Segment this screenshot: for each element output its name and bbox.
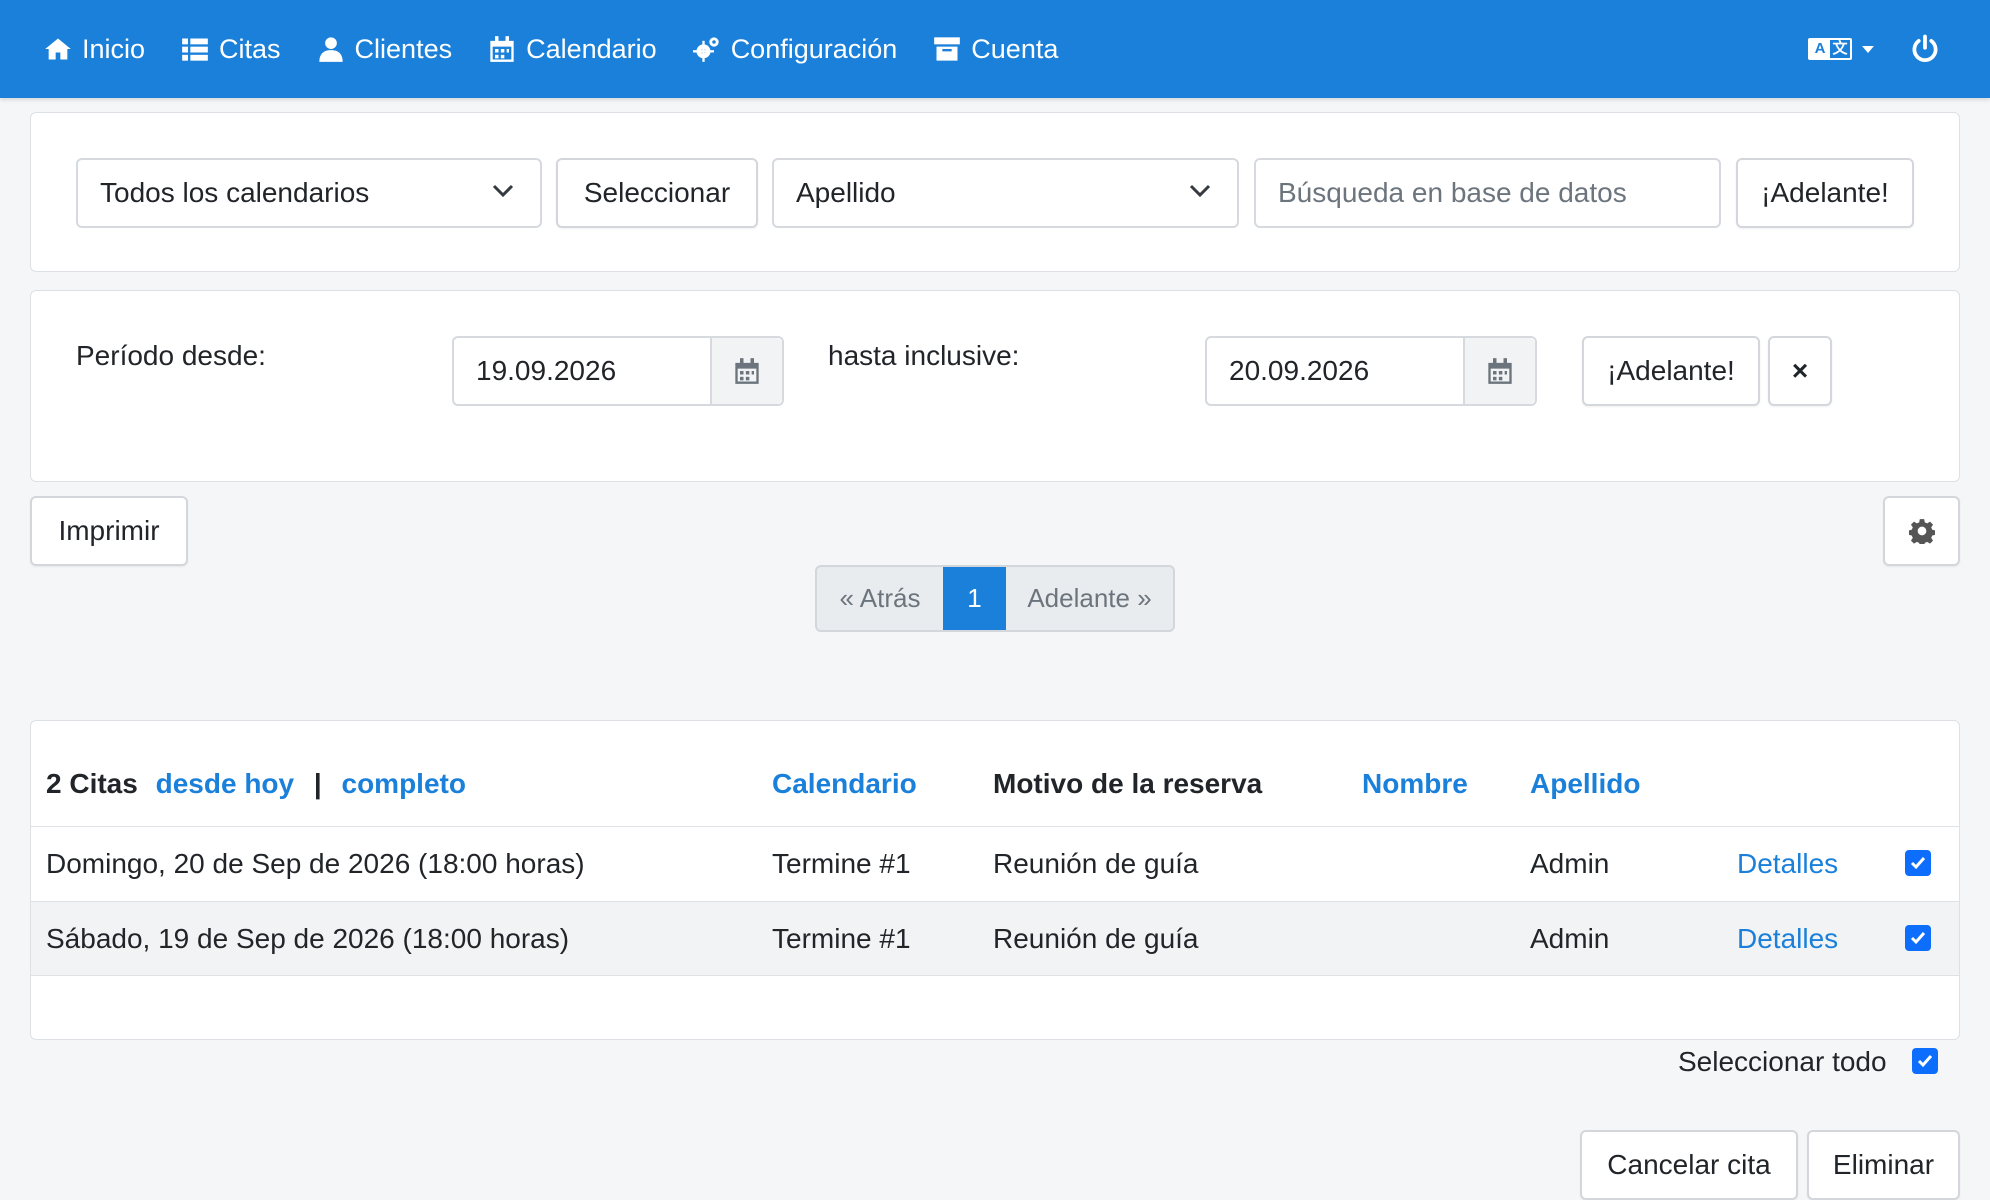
filter-all-link[interactable]: completo [342, 768, 466, 799]
period-to-value: 20.09.2026 [1229, 355, 1370, 386]
top-navbar: Inicio Citas Clientes Calendario Configu… [0, 0, 1990, 98]
user-icon [318, 37, 343, 62]
nav-item-citas[interactable]: Citas [181, 34, 281, 65]
chevron-down-icon [1189, 184, 1211, 198]
cell-date: Sábado, 19 de Sep de 2026 (18:00 horas) [46, 923, 570, 954]
print-button[interactable]: Imprimir [30, 496, 188, 566]
archive-icon [934, 37, 961, 61]
nav-item-label: Inicio [82, 33, 146, 64]
period-clear-button[interactable]: × [1768, 336, 1832, 406]
calendar-icon [1488, 358, 1512, 384]
cell-date: Domingo, 20 de Sep de 2026 (18:00 horas) [46, 848, 585, 879]
details-link[interactable]: Detalles [1737, 923, 1838, 955]
nav-item-clientes[interactable]: Clientes [317, 33, 453, 65]
nav-item-label: Citas [219, 33, 281, 64]
chevron-down-icon [492, 184, 514, 198]
period-from-label: Período desde: [76, 340, 266, 371]
nav-item-configuracion[interactable]: Configuración [692, 33, 898, 65]
cell-last-name: Admin [1530, 923, 1610, 954]
checkmark-icon [1917, 1055, 1933, 1068]
logout-button[interactable] [1910, 34, 1940, 64]
period-from-field[interactable]: 19.09.2026 [452, 336, 784, 406]
search-input[interactable]: Búsqueda en base de datos [1254, 158, 1721, 228]
settings-button[interactable] [1883, 496, 1960, 566]
nav-item-label: Calendario [526, 33, 657, 64]
select-all-checkbox[interactable] [1912, 1048, 1938, 1074]
datepicker-to-button[interactable] [1463, 338, 1535, 404]
nav-item-label: Configuración [730, 33, 898, 64]
table-row: Domingo, 20 de Sep de 2026 (18:00 horas)… [31, 826, 1959, 901]
period-to-label: hasta inclusive: [828, 340, 1020, 371]
period-to-field[interactable]: 20.09.2026 [1205, 336, 1537, 406]
row-checkbox[interactable] [1905, 850, 1931, 876]
gears-icon [692, 37, 719, 62]
nav-item-calendario[interactable]: Calendario [488, 34, 657, 65]
pagination: « Atrás 1 Adelante » [815, 565, 1175, 632]
cell-reason: Reunión de guía [993, 848, 1199, 879]
language-icon: A文 [1808, 38, 1852, 60]
cell-calendar: Termine #1 [772, 923, 911, 954]
cancel-appointment-button[interactable]: Cancelar cita [1580, 1130, 1798, 1200]
calendar-select[interactable]: Todos los calendarios [76, 158, 542, 228]
list-icon [182, 38, 208, 61]
period-go-button[interactable]: ¡Adelante! [1582, 336, 1760, 406]
header-reason: Motivo de la reserva [993, 768, 1263, 799]
calendar-icon [735, 358, 759, 384]
calendar-select-value: Todos los calendarios [100, 177, 370, 208]
search-go-button[interactable]: ¡Adelante! [1736, 158, 1914, 228]
language-dropdown[interactable]: A文 [1808, 38, 1874, 60]
pagination-page-1[interactable]: 1 [943, 567, 1006, 630]
nav-item-label: Cuenta [971, 33, 1059, 64]
nav-item-label: Clientes [354, 33, 453, 64]
power-icon [1912, 34, 1938, 62]
search-placeholder: Búsqueda en base de datos [1278, 177, 1627, 208]
filter-separator: | [313, 768, 322, 799]
select-button[interactable]: Seleccionar [556, 158, 758, 228]
select-all-label: Seleccionar todo [1678, 1046, 1887, 1077]
header-first-name[interactable]: Nombre [1362, 768, 1468, 800]
details-link[interactable]: Detalles [1737, 848, 1838, 880]
field-select[interactable]: Apellido [772, 158, 1239, 228]
cell-reason: Reunión de guía [993, 923, 1199, 954]
checkmark-icon [1910, 857, 1926, 870]
header-calendar[interactable]: Calendario [772, 768, 917, 800]
pagination-next[interactable]: Adelante » [1006, 567, 1173, 630]
table-row: Sábado, 19 de Sep de 2026 (18:00 horas) … [31, 901, 1959, 976]
cell-last-name: Admin [1530, 848, 1610, 879]
row-checkbox[interactable] [1905, 925, 1931, 951]
period-from-value: 19.09.2026 [476, 355, 617, 386]
field-select-value: Apellido [796, 177, 896, 208]
gear-icon [1908, 519, 1935, 544]
filter-today-link[interactable]: desde hoy [156, 768, 294, 799]
header-last-name[interactable]: Apellido [1530, 768, 1640, 800]
home-icon [45, 38, 71, 60]
caret-down-icon [1862, 45, 1874, 53]
datepicker-from-button[interactable] [710, 338, 782, 404]
nav-item-inicio[interactable]: Inicio [44, 34, 145, 65]
pagination-prev[interactable]: « Atrás [817, 567, 943, 630]
count-label: 2 Citas [46, 768, 138, 799]
nav-item-cuenta[interactable]: Cuenta [933, 34, 1058, 65]
navbar-right: A文 [1808, 0, 1940, 98]
delete-button[interactable]: Eliminar [1807, 1130, 1960, 1200]
cell-calendar: Termine #1 [772, 848, 911, 879]
calendar-icon [490, 36, 514, 62]
checkmark-icon [1910, 932, 1926, 945]
appointments-count: 2 Citas desde hoy | completo [46, 768, 466, 800]
